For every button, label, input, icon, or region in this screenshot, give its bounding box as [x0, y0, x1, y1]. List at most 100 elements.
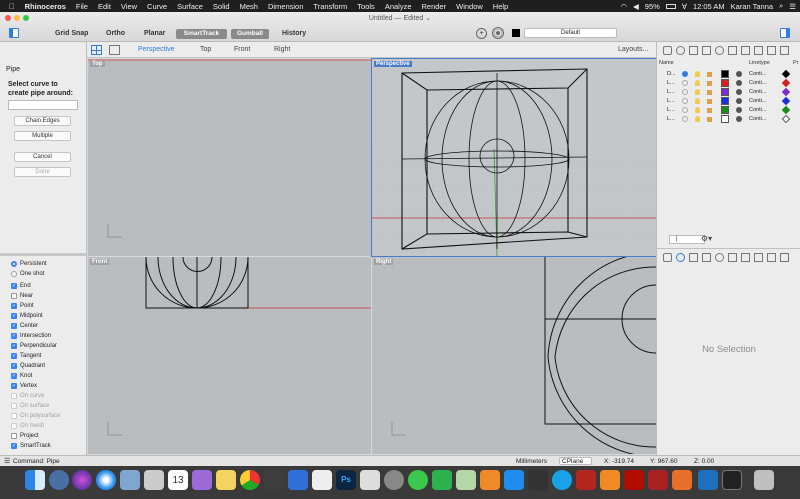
- siri-icon[interactable]: [72, 470, 92, 490]
- snap-on-mesh[interactable]: On mesh: [11, 423, 44, 429]
- bulb-icon[interactable]: [695, 107, 700, 113]
- safari-icon[interactable]: [96, 470, 116, 490]
- layer-color[interactable]: [721, 97, 729, 105]
- cancel-button[interactable]: Cancel: [14, 152, 71, 162]
- tab-right[interactable]: Right: [274, 46, 290, 53]
- bulb-icon[interactable]: [695, 71, 700, 77]
- layer-linetype[interactable]: Conti...: [749, 89, 766, 95]
- ortho-toggle[interactable]: Ortho: [106, 30, 125, 37]
- current-layer-icon[interactable]: [682, 71, 688, 77]
- fusion-icon[interactable]: [600, 470, 620, 490]
- multiple-button[interactable]: Multiple: [14, 131, 71, 141]
- menu-render[interactable]: Render: [417, 2, 452, 11]
- messages-icon[interactable]: [408, 470, 428, 490]
- notes-tab-icon[interactable]: [754, 253, 763, 262]
- display-tab-icon[interactable]: [689, 46, 698, 55]
- print-color[interactable]: [781, 78, 791, 88]
- menu-curve[interactable]: Curve: [142, 2, 172, 11]
- cplane-dropdown[interactable]: CPlane: [559, 457, 592, 465]
- notes-tab-icon[interactable]: [754, 46, 763, 55]
- lock-icon[interactable]: [707, 72, 712, 77]
- lock-icon[interactable]: [707, 99, 712, 104]
- layer-options-gear-icon[interactable]: ⚙▾: [701, 234, 712, 243]
- four-view-icon[interactable]: [91, 45, 102, 55]
- snap-near[interactable]: Near: [11, 293, 33, 299]
- layer-row[interactable]: L... Conti...: [657, 96, 800, 106]
- activity-monitor-icon[interactable]: [528, 470, 548, 490]
- snap-smarttrack[interactable]: ✓ SmartTrack: [11, 443, 51, 449]
- command-input[interactable]: [8, 100, 78, 110]
- help-tab-icon[interactable]: [767, 253, 776, 262]
- layer-row[interactable]: L... Conti...: [657, 87, 800, 97]
- sublime-icon[interactable]: [264, 470, 284, 490]
- launchpad-icon[interactable]: [49, 470, 69, 490]
- grid-snap-toggle[interactable]: Grid Snap: [55, 30, 88, 37]
- battery-icon[interactable]: [665, 3, 676, 9]
- command-line-icon[interactable]: ☰: [4, 457, 10, 465]
- header-name[interactable]: Name: [659, 60, 674, 66]
- trash-icon[interactable]: [754, 470, 774, 490]
- layer-linetype[interactable]: Conti...: [749, 98, 766, 104]
- named-views-tab-icon[interactable]: [728, 46, 737, 55]
- tab-front[interactable]: Front: [234, 46, 250, 53]
- print-color[interactable]: [781, 69, 791, 79]
- layer-color[interactable]: [721, 115, 729, 123]
- notes-app-icon[interactable]: [192, 470, 212, 490]
- calendar-icon[interactable]: 13: [168, 470, 188, 490]
- done-button[interactable]: Done: [14, 167, 71, 177]
- clock[interactable]: 12:05 AM: [693, 2, 725, 11]
- materials-tab-icon[interactable]: [702, 46, 711, 55]
- materials-tab-icon[interactable]: [702, 253, 711, 262]
- layer-linetype[interactable]: Conti...: [749, 116, 766, 122]
- bulb-icon[interactable]: [695, 80, 700, 86]
- sync-icon[interactable]: [552, 470, 572, 490]
- volume-icon[interactable]: ◀: [633, 2, 639, 11]
- viewport-label-front[interactable]: Front: [90, 259, 110, 265]
- photoshop-icon[interactable]: Ps: [336, 470, 356, 490]
- snap-perpendicular[interactable]: ✓ Perpendicular: [11, 343, 57, 349]
- layer-row[interactable]: L... Conti...: [657, 114, 800, 124]
- properties-tab-icon[interactable]: [663, 253, 672, 262]
- lock-icon[interactable]: [707, 90, 712, 95]
- snap-knot[interactable]: ✓ Knot: [11, 373, 32, 379]
- gumball-toggle[interactable]: Gumball: [231, 29, 269, 39]
- material-icon[interactable]: [736, 107, 742, 113]
- terminal-icon[interactable]: [722, 470, 742, 490]
- vscode-icon[interactable]: [698, 470, 718, 490]
- lock-icon[interactable]: [707, 81, 712, 86]
- preview-icon[interactable]: [120, 470, 140, 490]
- menu-tools[interactable]: Tools: [352, 2, 380, 11]
- snap-point[interactable]: ✓ Point: [11, 303, 34, 309]
- snap-midpoint[interactable]: ✓ Midpoint: [11, 313, 43, 319]
- header-linetype[interactable]: Linetype: [749, 60, 770, 66]
- layer-search-field[interactable]: |: [669, 235, 705, 244]
- units-label[interactable]: Millimeters: [516, 458, 547, 465]
- current-layer-icon[interactable]: [682, 98, 688, 104]
- material-icon[interactable]: [736, 71, 742, 77]
- display-tab-icon[interactable]: [689, 253, 698, 262]
- layer-color[interactable]: [721, 79, 729, 87]
- snap-on-polysurface[interactable]: On polysurface: [11, 413, 60, 419]
- left-sidebar-toggle-icon[interactable]: [9, 28, 19, 38]
- snap-center[interactable]: ✓ Center: [11, 323, 38, 329]
- cplane-tab-icon[interactable]: [741, 253, 750, 262]
- layers-tab-icon[interactable]: [663, 46, 672, 55]
- viewport-top[interactable]: Top: [88, 59, 371, 256]
- right-sidebar-toggle-icon[interactable]: [780, 28, 790, 38]
- object-tab-icon[interactable]: [676, 253, 685, 262]
- menu-surface[interactable]: Surface: [172, 2, 208, 11]
- menu-analyze[interactable]: Analyze: [380, 2, 417, 11]
- acrobat-icon[interactable]: [624, 470, 644, 490]
- current-layer-dropdown[interactable]: Default: [524, 28, 617, 38]
- books-icon[interactable]: [480, 470, 500, 490]
- viewport-right[interactable]: Right: [372, 257, 656, 454]
- snap-quadrant[interactable]: ✓ Quadrant: [11, 363, 45, 369]
- app-menu[interactable]: Rhinoceros: [20, 2, 71, 11]
- layouts-button[interactable]: Layouts...: [618, 46, 648, 53]
- menu-solid[interactable]: Solid: [208, 2, 235, 11]
- layer-row[interactable]: D... Conti...: [657, 69, 800, 79]
- user-name[interactable]: Karan Tanna: [731, 2, 773, 11]
- app-store-icon[interactable]: [504, 470, 524, 490]
- current-layer-icon[interactable]: [682, 116, 688, 122]
- record-history-icon[interactable]: [492, 27, 504, 39]
